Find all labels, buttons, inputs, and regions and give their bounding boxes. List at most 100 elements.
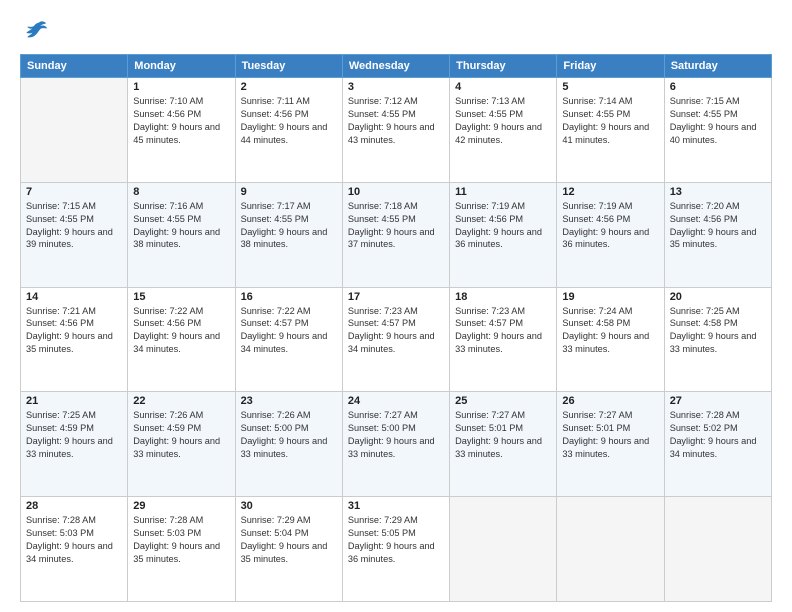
calendar-day-cell: 11Sunrise: 7:19 AM Sunset: 4:56 PM Dayli… [450, 182, 557, 287]
calendar-day-cell: 12Sunrise: 7:19 AM Sunset: 4:56 PM Dayli… [557, 182, 664, 287]
calendar-day-cell: 9 Sunrise: 7:17 AM Sunset: 4:55 PM Daylig… [235, 182, 342, 287]
day-info: Sunrise: 7:25 AM Sunset: 4:59 PM Dayligh… [26, 409, 122, 461]
calendar-day-cell: 27 Sunrise: 7:28 AM Sunset: 5:02 PM Dayli… [664, 392, 771, 497]
calendar-day-cell: 5Sunrise: 7:14 AM Sunset: 4:55 PM Daylig… [557, 78, 664, 183]
calendar-week-row: 21 Sunrise: 7:25 AM Sunset: 4:59 PM Dayli… [21, 392, 772, 497]
calendar-day-cell: 22 Sunrise: 7:26 AM Sunset: 4:59 PM Dayli… [128, 392, 235, 497]
day-info: Sunrise: 7:20 AM Sunset: 4:56 PM Dayligh… [670, 200, 766, 252]
day-number: 28 [26, 500, 122, 512]
day-number: 16 [241, 291, 337, 303]
day-number: 2 [241, 81, 337, 93]
day-info: Sunrise: 7:18 AM Sunset: 4:55 PM Dayligh… [348, 200, 444, 252]
day-number: 25 [455, 395, 551, 407]
day-number: 13 [670, 186, 766, 198]
day-info: Sunrise: 7:19 AM Sunset: 4:56 PM Dayligh… [455, 200, 551, 252]
day-number: 10 [348, 186, 444, 198]
day-number: 7 [26, 186, 122, 198]
calendar-day-cell: 10 Sunrise: 7:18 AM Sunset: 4:55 PM Dayli… [342, 182, 449, 287]
calendar-day-cell: 13 Sunrise: 7:20 AM Sunset: 4:56 PM Dayli… [664, 182, 771, 287]
calendar-day-cell: 2 Sunrise: 7:11 AM Sunset: 4:56 PM Daylig… [235, 78, 342, 183]
day-info: Sunrise: 7:17 AM Sunset: 4:55 PM Dayligh… [241, 200, 337, 252]
calendar-day-cell [450, 497, 557, 602]
day-info: Sunrise: 7:28 AM Sunset: 5:02 PM Dayligh… [670, 409, 766, 461]
calendar-week-row: 14 Sunrise: 7:21 AM Sunset: 4:56 PM Dayli… [21, 287, 772, 392]
day-number: 9 [241, 186, 337, 198]
day-number: 3 [348, 81, 444, 93]
day-number: 21 [26, 395, 122, 407]
day-number: 18 [455, 291, 551, 303]
day-number: 15 [133, 291, 229, 303]
calendar-day-cell [664, 497, 771, 602]
day-info: Sunrise: 7:22 AM Sunset: 4:57 PM Dayligh… [241, 305, 337, 357]
day-number: 24 [348, 395, 444, 407]
calendar-day-cell: 24Sunrise: 7:27 AM Sunset: 5:00 PM Dayli… [342, 392, 449, 497]
calendar-day-header: Monday [128, 55, 235, 78]
calendar-day-cell: 3 Sunrise: 7:12 AM Sunset: 4:55 PM Daylig… [342, 78, 449, 183]
day-info: Sunrise: 7:21 AM Sunset: 4:56 PM Dayligh… [26, 305, 122, 357]
day-info: Sunrise: 7:25 AM Sunset: 4:58 PM Dayligh… [670, 305, 766, 357]
day-number: 19 [562, 291, 658, 303]
calendar-day-cell: 6 Sunrise: 7:15 AM Sunset: 4:55 PM Daylig… [664, 78, 771, 183]
calendar-day-cell: 17 Sunrise: 7:23 AM Sunset: 4:57 PM Dayli… [342, 287, 449, 392]
calendar-day-cell: 25Sunrise: 7:27 AM Sunset: 5:01 PM Dayli… [450, 392, 557, 497]
calendar-day-cell: 31 Sunrise: 7:29 AM Sunset: 5:05 PM Dayli… [342, 497, 449, 602]
calendar-week-row: 28 Sunrise: 7:28 AM Sunset: 5:03 PM Dayli… [21, 497, 772, 602]
day-number: 17 [348, 291, 444, 303]
calendar-day-header: Tuesday [235, 55, 342, 78]
calendar-day-cell: 20Sunrise: 7:25 AM Sunset: 4:58 PM Dayli… [664, 287, 771, 392]
day-number: 26 [562, 395, 658, 407]
day-info: Sunrise: 7:26 AM Sunset: 5:00 PM Dayligh… [241, 409, 337, 461]
day-number: 14 [26, 291, 122, 303]
day-number: 22 [133, 395, 229, 407]
day-info: Sunrise: 7:11 AM Sunset: 4:56 PM Dayligh… [241, 95, 337, 147]
calendar-day-cell: 4 Sunrise: 7:13 AM Sunset: 4:55 PM Daylig… [450, 78, 557, 183]
day-number: 27 [670, 395, 766, 407]
calendar-day-cell: 15Sunrise: 7:22 AM Sunset: 4:56 PM Dayli… [128, 287, 235, 392]
day-number: 31 [348, 500, 444, 512]
day-info: Sunrise: 7:15 AM Sunset: 4:55 PM Dayligh… [670, 95, 766, 147]
calendar-day-header: Wednesday [342, 55, 449, 78]
calendar-day-cell: 26 Sunrise: 7:27 AM Sunset: 5:01 PM Dayli… [557, 392, 664, 497]
calendar-day-cell: 23Sunrise: 7:26 AM Sunset: 5:00 PM Dayli… [235, 392, 342, 497]
day-info: Sunrise: 7:12 AM Sunset: 4:55 PM Dayligh… [348, 95, 444, 147]
day-info: Sunrise: 7:29 AM Sunset: 5:04 PM Dayligh… [241, 514, 337, 566]
calendar-day-cell: 30 Sunrise: 7:29 AM Sunset: 5:04 PM Dayli… [235, 497, 342, 602]
calendar-day-cell [557, 497, 664, 602]
day-number: 6 [670, 81, 766, 93]
day-info: Sunrise: 7:26 AM Sunset: 4:59 PM Dayligh… [133, 409, 229, 461]
calendar-day-header: Saturday [664, 55, 771, 78]
day-info: Sunrise: 7:29 AM Sunset: 5:05 PM Dayligh… [348, 514, 444, 566]
day-number: 29 [133, 500, 229, 512]
day-number: 30 [241, 500, 337, 512]
header [20, 18, 772, 44]
calendar-header-row: SundayMondayTuesdayWednesdayThursdayFrid… [21, 55, 772, 78]
calendar-day-cell: 8Sunrise: 7:16 AM Sunset: 4:55 PM Daylig… [128, 182, 235, 287]
calendar-day-cell: 16 Sunrise: 7:22 AM Sunset: 4:57 PM Dayli… [235, 287, 342, 392]
logo-bird-icon [22, 18, 48, 44]
day-info: Sunrise: 7:19 AM Sunset: 4:56 PM Dayligh… [562, 200, 658, 252]
day-info: Sunrise: 7:13 AM Sunset: 4:55 PM Dayligh… [455, 95, 551, 147]
calendar-day-cell: 14 Sunrise: 7:21 AM Sunset: 4:56 PM Dayli… [21, 287, 128, 392]
calendar-day-cell [21, 78, 128, 183]
calendar-week-row: 7Sunrise: 7:15 AM Sunset: 4:55 PM Daylig… [21, 182, 772, 287]
day-info: Sunrise: 7:27 AM Sunset: 5:01 PM Dayligh… [562, 409, 658, 461]
calendar-day-header: Sunday [21, 55, 128, 78]
calendar-day-cell: 1 Sunrise: 7:10 AM Sunset: 4:56 PM Daylig… [128, 78, 235, 183]
day-info: Sunrise: 7:23 AM Sunset: 4:57 PM Dayligh… [455, 305, 551, 357]
calendar-day-cell: 28 Sunrise: 7:28 AM Sunset: 5:03 PM Dayli… [21, 497, 128, 602]
day-info: Sunrise: 7:28 AM Sunset: 5:03 PM Dayligh… [26, 514, 122, 566]
day-info: Sunrise: 7:28 AM Sunset: 5:03 PM Dayligh… [133, 514, 229, 566]
day-info: Sunrise: 7:10 AM Sunset: 4:56 PM Dayligh… [133, 95, 229, 147]
day-info: Sunrise: 7:23 AM Sunset: 4:57 PM Dayligh… [348, 305, 444, 357]
calendar-day-header: Friday [557, 55, 664, 78]
day-number: 4 [455, 81, 551, 93]
logo [20, 18, 48, 44]
calendar-day-cell: 19 Sunrise: 7:24 AM Sunset: 4:58 PM Dayli… [557, 287, 664, 392]
day-info: Sunrise: 7:24 AM Sunset: 4:58 PM Dayligh… [562, 305, 658, 357]
calendar-table: SundayMondayTuesdayWednesdayThursdayFrid… [20, 54, 772, 602]
day-info: Sunrise: 7:14 AM Sunset: 4:55 PM Dayligh… [562, 95, 658, 147]
calendar-week-row: 1 Sunrise: 7:10 AM Sunset: 4:56 PM Daylig… [21, 78, 772, 183]
calendar-day-header: Thursday [450, 55, 557, 78]
day-number: 1 [133, 81, 229, 93]
calendar-day-cell: 29 Sunrise: 7:28 AM Sunset: 5:03 PM Dayli… [128, 497, 235, 602]
